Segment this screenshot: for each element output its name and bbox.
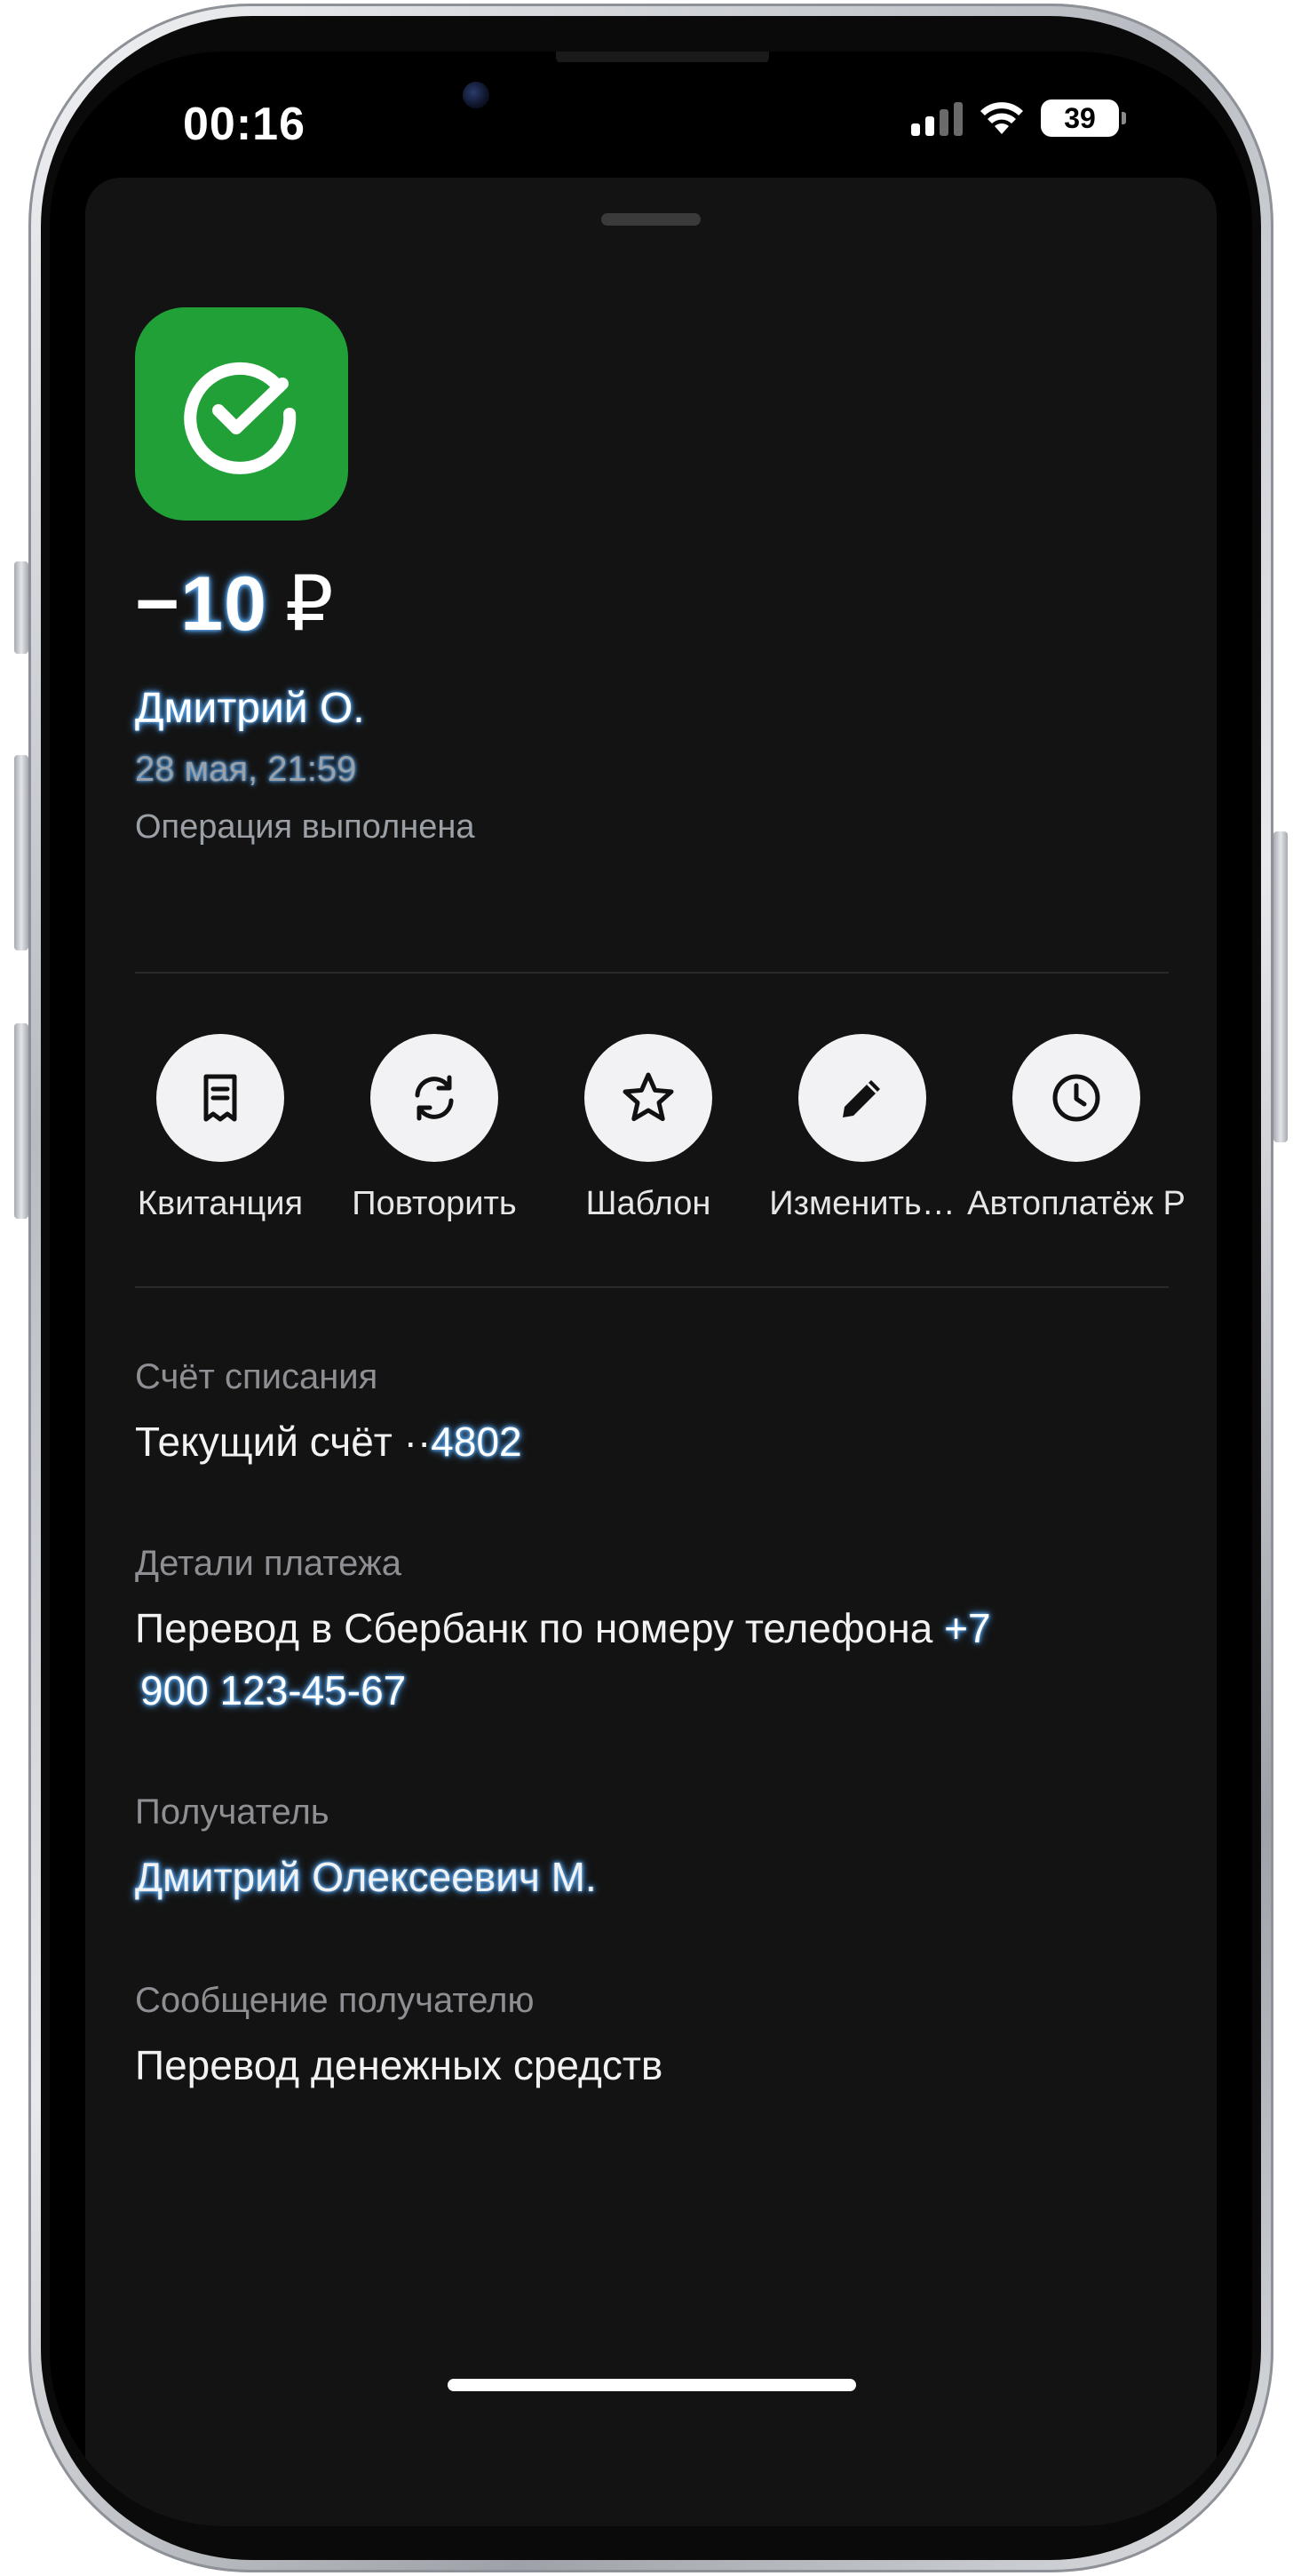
edit-action[interactable]: Изменить…: [756, 1034, 969, 1223]
repeat-label: Повторить: [352, 1185, 517, 1222]
account-number: 4802: [431, 1419, 522, 1465]
operation-sheet: −10 ₽ Дмитрий О. 28 мая, 21:59 Операция в…: [85, 178, 1217, 2526]
account-value: Текущий счёт ··4802: [135, 1411, 522, 1473]
action-button: [14, 561, 28, 654]
repeat-action[interactable]: Повторить: [328, 1034, 541, 1223]
status-time: 00:16: [183, 99, 305, 150]
repeat-button[interactable]: [370, 1034, 498, 1162]
amount-value: 10: [180, 561, 267, 647]
edit-label: Изменить…: [769, 1185, 956, 1222]
account-label: Счёт списания: [135, 1357, 378, 1396]
divider: [135, 1286, 1169, 1288]
template-action[interactable]: Шаблон: [542, 1034, 755, 1223]
receipt-action[interactable]: Квитанция: [114, 1034, 327, 1223]
sheet-grabber[interactable]: [601, 213, 701, 226]
autopay-button[interactable]: [1012, 1034, 1140, 1162]
recipient-label: Получатель: [135, 1793, 329, 1832]
volume-up-button: [14, 755, 28, 950]
volume-down-button: [14, 1023, 28, 1219]
actions-row: Квитанция Повторить Шаблон Изменить… Авт…: [85, 1034, 1217, 1229]
payment-details-label: Детали платежа: [135, 1544, 401, 1583]
wifi-icon: [980, 102, 1023, 134]
status-icons: 39: [911, 99, 1126, 137]
message-value: Перевод денежных средств: [135, 2042, 663, 2088]
battery-level: 39: [1064, 101, 1096, 134]
phone-country-code: +7: [944, 1605, 991, 1651]
power-button: [1273, 831, 1288, 1142]
template-label: Шаблон: [585, 1185, 711, 1222]
dynamic-island: [440, 62, 908, 172]
autopay-label: Автоплатёж Р: [967, 1185, 1186, 1222]
front-camera: [463, 82, 489, 108]
sender-name: Дмитрий О.: [135, 685, 365, 732]
screen: 00:16 39 −10 ₽ Дмитрий О. 28 мая, 21:59 …: [50, 52, 1252, 2526]
currency-symbol: ₽: [284, 561, 335, 647]
account-type: Текущий счёт ··: [135, 1419, 432, 1465]
message-label: Сообщение получателю: [135, 1981, 535, 2020]
amount-sign: −: [135, 561, 181, 647]
pencil-icon: [843, 1080, 880, 1117]
operation-amount: −10 ₽: [135, 560, 335, 648]
clock-icon: [1052, 1074, 1100, 1122]
battery-icon: 39: [1041, 99, 1126, 137]
star-icon: [623, 1072, 674, 1122]
payment-description: Перевод в Сбербанк по номеру телефона: [135, 1605, 945, 1651]
home-indicator[interactable]: [448, 2379, 856, 2391]
operation-datetime: 28 мая, 21:59: [135, 750, 357, 789]
repeat-icon: [415, 1075, 454, 1121]
receipt-label: Квитанция: [137, 1185, 304, 1222]
autopay-action[interactable]: Автоплатёж Р: [967, 1034, 1186, 1223]
edit-button[interactable]: [798, 1034, 926, 1162]
recipient-name: Дмитрий Олексеевич М.: [135, 1854, 597, 1900]
divider: [135, 972, 1169, 974]
template-button[interactable]: [584, 1034, 712, 1162]
receipt-icon: [203, 1074, 237, 1122]
phone-number: 900 123-45-67: [140, 1667, 407, 1713]
cellular-signal-icon: [911, 100, 963, 136]
receipt-button[interactable]: [156, 1034, 284, 1162]
payment-details-value: Перевод в Сбербанк по номеру телефона +7…: [135, 1597, 1174, 1721]
sberbank-logo-icon: [135, 307, 348, 521]
operation-status: Операция выполнена: [135, 808, 475, 846]
